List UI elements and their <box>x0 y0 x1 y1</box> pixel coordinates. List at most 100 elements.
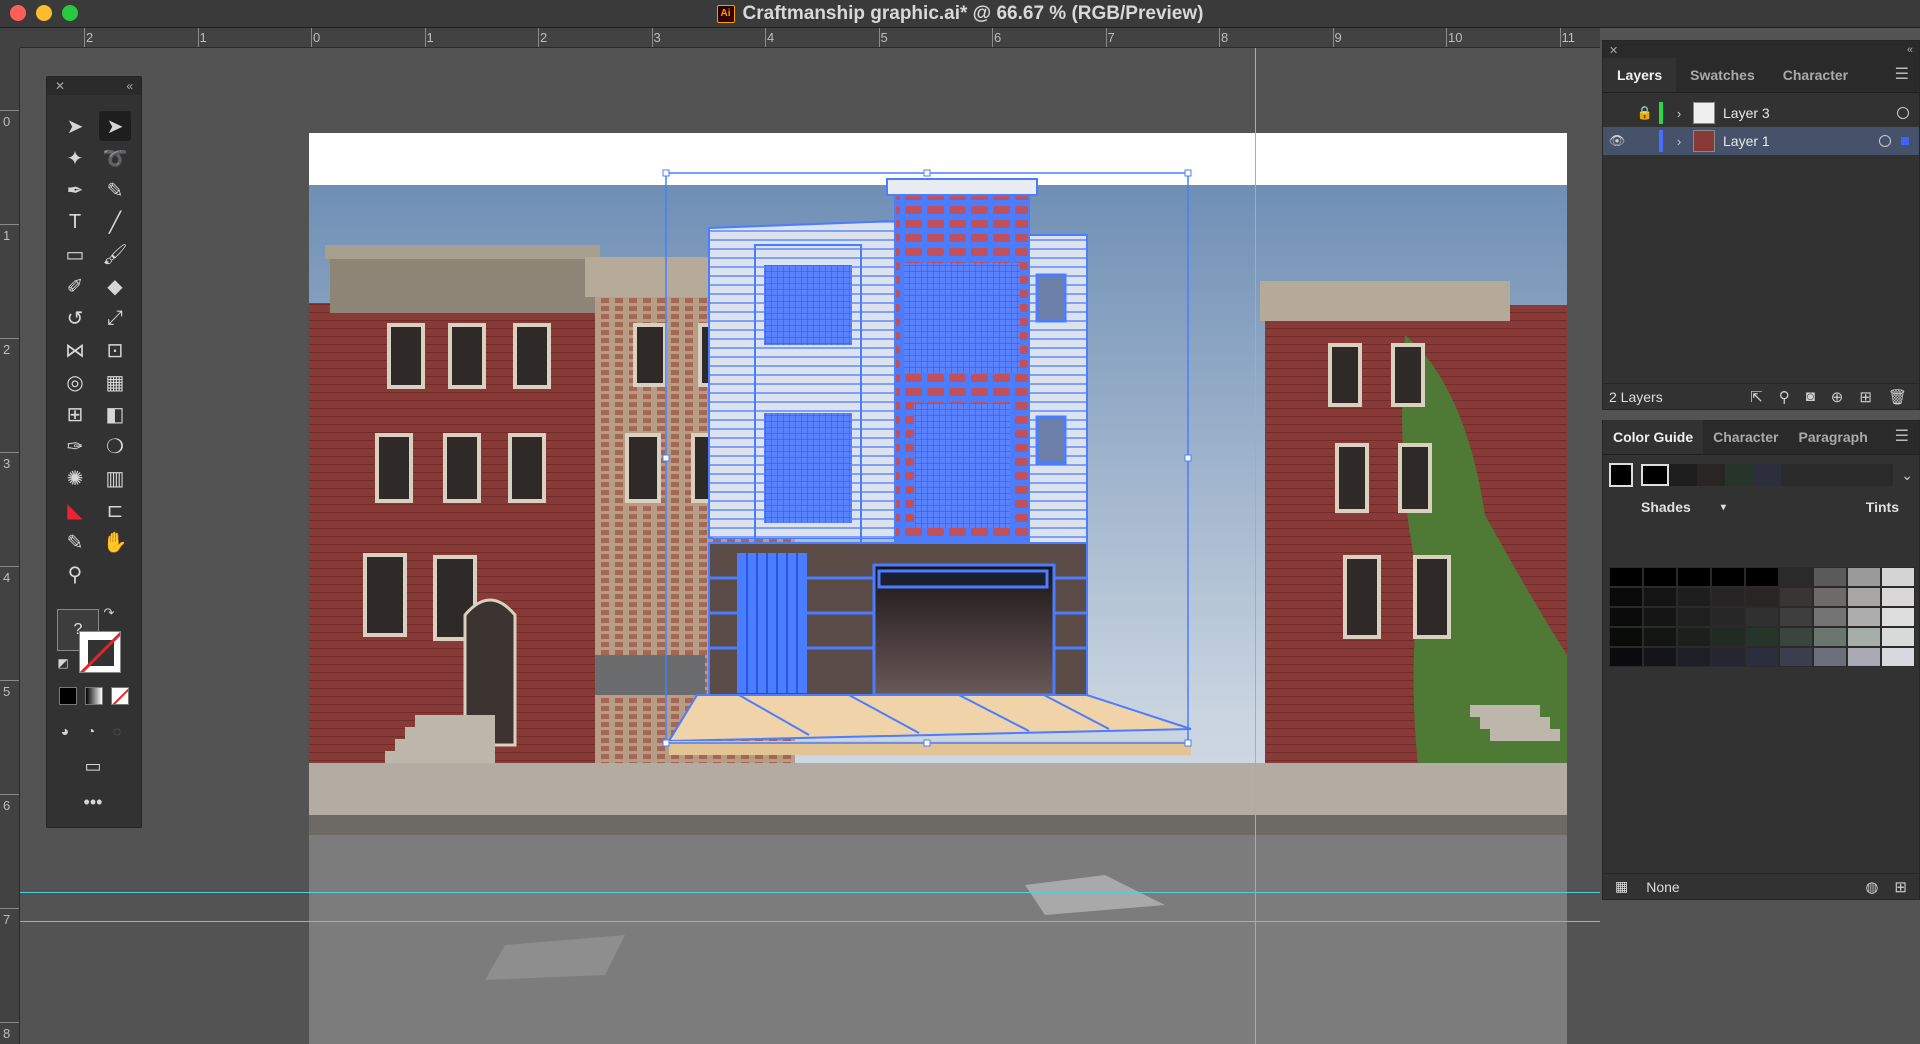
default-fill-stroke-icon[interactable]: ◩ <box>53 653 73 673</box>
visibility-toggle[interactable] <box>1603 99 1631 127</box>
shade-swatch[interactable] <box>1813 587 1847 607</box>
shade-swatch[interactable] <box>1779 627 1813 647</box>
new-sublayer-icon[interactable]: ⊕ <box>1831 388 1844 406</box>
direct-selection-tool-icon[interactable]: ➤ <box>99 111 131 141</box>
shade-swatch[interactable] <box>1847 567 1881 587</box>
shade-swatch[interactable] <box>1881 647 1915 667</box>
edit-toolbar-icon[interactable]: ••• <box>77 787 109 817</box>
shade-swatch[interactable] <box>1813 567 1847 587</box>
shade-swatch[interactable] <box>1779 567 1813 587</box>
tab-color-guide[interactable]: Color Guide <box>1603 420 1704 454</box>
column-graph-tool-icon[interactable]: ▥ <box>99 463 131 493</box>
trash-icon[interactable]: 🗑 <box>1888 388 1907 406</box>
slice-tool-icon[interactable]: ✎ <box>59 527 91 557</box>
shade-swatch[interactable] <box>1643 647 1677 667</box>
line-segment-tool-icon[interactable]: ╱ <box>99 207 131 237</box>
shades-tints-grid[interactable] <box>1609 567 1915 667</box>
gradient-mode-button[interactable] <box>85 687 103 705</box>
mesh-tool-icon[interactable]: ⊞ <box>59 399 91 429</box>
shade-swatch[interactable] <box>1643 587 1677 607</box>
shaper-tool-icon[interactable]: ✐ <box>59 271 91 301</box>
shade-swatch[interactable] <box>1779 647 1813 667</box>
type-tool-icon[interactable]: T <box>59 207 91 237</box>
shade-swatch[interactable] <box>1711 607 1745 627</box>
shade-swatch[interactable] <box>1609 567 1643 587</box>
chevron-right-icon[interactable]: › <box>1671 99 1687 127</box>
harmony-swatch[interactable] <box>1725 464 1753 486</box>
shade-swatch[interactable] <box>1609 627 1643 647</box>
gradient-tool-icon[interactable]: ◧ <box>99 399 131 429</box>
swatch-library-icon[interactable]: ▦ <box>1615 878 1628 895</box>
shade-swatch[interactable] <box>1881 567 1915 587</box>
close-window-button[interactable] <box>10 5 26 21</box>
shade-swatch[interactable] <box>1609 647 1643 667</box>
curvature-tool-icon[interactable]: ✎ <box>99 175 131 205</box>
shade-swatch[interactable] <box>1813 607 1847 627</box>
layer-row-layer-3[interactable]: 🔒 › Layer 3 <box>1603 99 1919 127</box>
placed-photo-with-vector-overlay[interactable] <box>305 133 1567 1044</box>
shade-swatch[interactable] <box>1677 627 1711 647</box>
eyedropper-tool-icon[interactable]: ✑ <box>59 431 91 461</box>
shade-swatch[interactable] <box>1745 567 1779 587</box>
search-icon[interactable]: ⚲ <box>1779 388 1790 406</box>
artboard[interactable] <box>305 133 1567 1044</box>
shade-swatch[interactable] <box>1881 627 1915 647</box>
color-mode-button[interactable] <box>59 687 77 705</box>
panel-menu-icon[interactable]: ☰ <box>1895 58 1909 92</box>
shade-swatch[interactable] <box>1643 627 1677 647</box>
shade-swatch[interactable] <box>1881 587 1915 607</box>
shade-swatch[interactable] <box>1779 587 1813 607</box>
tab-layers[interactable]: Layers <box>1603 58 1677 92</box>
rectangle-tool-icon[interactable]: ▭ <box>59 239 91 269</box>
shade-swatch[interactable] <box>1745 647 1779 667</box>
chevron-down-icon[interactable]: ⌄ <box>1901 467 1913 484</box>
harmony-swatch[interactable] <box>1669 464 1697 486</box>
draw-behind-icon[interactable]: ◔ <box>79 719 103 743</box>
tab-character[interactable]: Character <box>1703 420 1788 454</box>
selection-indicator[interactable] <box>1901 137 1909 145</box>
shade-swatch[interactable] <box>1847 587 1881 607</box>
harmony-swatch[interactable] <box>1753 464 1781 486</box>
tab-character[interactable]: Character <box>1769 58 1862 92</box>
eye-icon[interactable]: 👁 <box>1603 127 1631 155</box>
shade-swatch[interactable] <box>1745 607 1779 627</box>
lock-toggle[interactable] <box>1631 127 1659 155</box>
shade-swatch[interactable] <box>1609 607 1643 627</box>
save-group-icon[interactable]: ⊞ <box>1894 878 1907 896</box>
layer-name[interactable]: Layer 3 <box>1723 105 1897 121</box>
guide-line-horizontal[interactable] <box>20 892 1600 893</box>
scale-tool-icon[interactable]: ⤢ <box>99 303 131 333</box>
shade-swatch[interactable] <box>1847 627 1881 647</box>
shade-swatch[interactable] <box>1779 607 1813 627</box>
shape-builder-tool-icon[interactable]: ◎ <box>59 367 91 397</box>
canvas-area[interactable] <box>20 48 1600 1044</box>
shade-swatch[interactable] <box>1677 587 1711 607</box>
shade-swatch[interactable] <box>1643 567 1677 587</box>
tab-paragraph[interactable]: Paragraph <box>1789 420 1878 454</box>
selection-tool-icon[interactable]: ➤ <box>59 111 91 141</box>
close-panel-icon[interactable]: ✕ <box>55 79 65 93</box>
magic-wand-tool-icon[interactable]: ✦ <box>59 143 91 173</box>
clipping-mask-icon[interactable]: ◙ <box>1806 388 1815 405</box>
artboard-tool-icon[interactable]: ⊏ <box>99 495 131 525</box>
paintbrush-tool-icon[interactable]: 🖌 <box>99 239 131 269</box>
symbol-sprayer-tool-icon[interactable]: ✺ <box>59 463 91 493</box>
tab-swatches[interactable]: Swatches <box>1676 58 1769 92</box>
hand-tool-icon[interactable]: ✋ <box>99 527 131 557</box>
shade-swatch[interactable] <box>1813 627 1847 647</box>
shade-swatch[interactable] <box>1677 607 1711 627</box>
lasso-tool-icon[interactable]: ➰ <box>99 143 131 173</box>
perspective-grid-tool-icon[interactable]: ▦ <box>99 367 131 397</box>
layer-name[interactable]: Layer 1 <box>1723 133 1879 149</box>
ruler-origin[interactable] <box>0 28 20 48</box>
target-icon[interactable] <box>1897 107 1909 119</box>
none-mode-button[interactable] <box>111 687 129 705</box>
guide-line-horizontal[interactable] <box>20 921 1600 922</box>
shade-swatch[interactable] <box>1711 647 1745 667</box>
panel-menu-icon[interactable]: ☰ <box>1895 420 1909 454</box>
lock-icon[interactable]: 🔒 <box>1631 99 1659 127</box>
chevron-right-icon[interactable]: › <box>1671 127 1687 155</box>
stroke-swatch[interactable] <box>79 631 121 673</box>
shade-swatch[interactable] <box>1745 587 1779 607</box>
free-transform-tool-icon[interactable]: ⊡ <box>99 335 131 365</box>
